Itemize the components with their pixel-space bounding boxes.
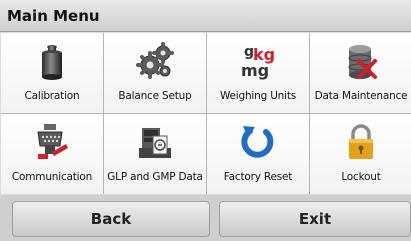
calibration-weight-icon: [32, 41, 72, 81]
menu-item-label: Communication: [11, 171, 93, 183]
menu-item-calibration[interactable]: Calibration: [1, 33, 103, 113]
serial-connector-icon: [32, 122, 72, 162]
title-bar: Main Menu: [0, 0, 411, 32]
menu-item-balance-setup[interactable]: Balance Setup: [104, 33, 206, 113]
menu-item-lockout[interactable]: Lockout: [310, 114, 411, 194]
menu-item-label: GLP and GMP Data: [107, 171, 203, 183]
padlock-icon: [341, 122, 381, 162]
gears-icon: [135, 41, 175, 81]
menu-item-data-maintenance[interactable]: Data Maintenance: [310, 33, 411, 113]
menu-item-glp-gmp-data[interactable]: GLP and GMP Data: [104, 114, 206, 194]
menu-item-label: Lockout: [341, 171, 381, 183]
document-printer-icon: [135, 122, 175, 162]
menu-item-label: Factory Reset: [223, 171, 293, 183]
bottom-button-bar: Back Exit: [0, 195, 411, 241]
units-icon-mg: mg: [241, 61, 269, 80]
back-button[interactable]: Back: [12, 201, 210, 237]
page-title: Main Menu: [7, 7, 100, 25]
units-icon: g kg mg: [238, 41, 278, 81]
main-menu-grid: Calibration Balance Setup g kg mg Weighi…: [1, 33, 411, 194]
menu-item-communication[interactable]: Communication: [1, 114, 103, 194]
exit-button[interactable]: Exit: [219, 201, 411, 237]
menu-item-label: Weighing Units: [219, 90, 297, 102]
database-tools-icon: [341, 41, 381, 81]
menu-item-label: Data Maintenance: [314, 90, 408, 102]
menu-item-factory-reset[interactable]: Factory Reset: [207, 114, 309, 194]
reset-arrow-icon: [238, 122, 278, 162]
menu-item-weighing-units[interactable]: g kg mg Weighing Units: [207, 33, 309, 113]
menu-item-label: Calibration: [24, 90, 80, 102]
menu-item-label: Balance Setup: [118, 90, 192, 102]
